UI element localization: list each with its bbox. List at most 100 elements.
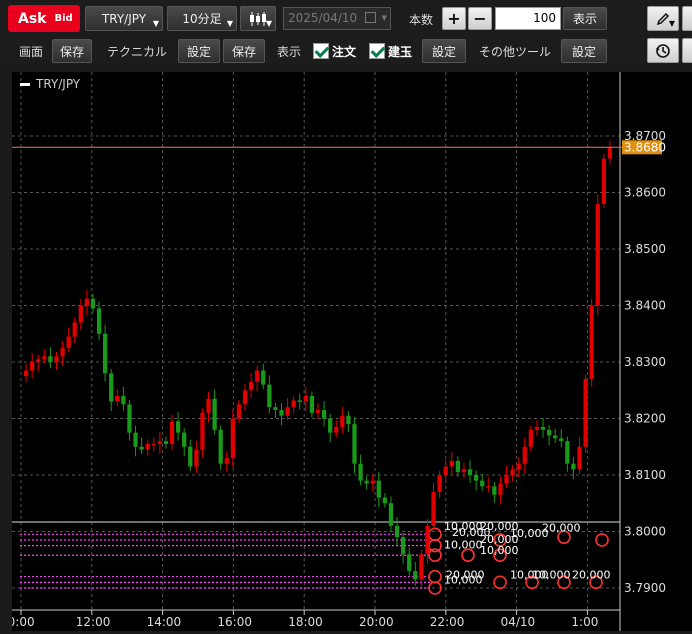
candle-body bbox=[467, 469, 473, 475]
history-button[interactable] bbox=[647, 38, 679, 63]
price-chart[interactable]: 10,000 20,000 10,000 20,000 20,000 10,000 20,0… bbox=[0, 72, 692, 631]
y-tick-label: 3.8200 bbox=[624, 412, 666, 426]
candle-body bbox=[346, 415, 351, 425]
show-button[interactable]: 表示 bbox=[563, 7, 607, 30]
screen-save-button[interactable]: 保存 bbox=[52, 39, 92, 63]
candle-body bbox=[571, 463, 576, 470]
candle-body bbox=[273, 407, 278, 411]
candle-body bbox=[419, 554, 424, 580]
order-label: 注文 bbox=[332, 45, 357, 59]
candle-body bbox=[388, 503, 394, 526]
candle-body bbox=[492, 486, 497, 495]
candle-body bbox=[449, 460, 454, 467]
candle-body bbox=[230, 418, 235, 459]
candle-body bbox=[589, 305, 594, 379]
x-tick-label: 22:00 bbox=[430, 615, 465, 629]
drawing-tool-button[interactable]: ▼ bbox=[647, 6, 679, 31]
candle-body bbox=[279, 410, 284, 416]
order-label: 10,000 bbox=[480, 544, 519, 557]
candle-body bbox=[534, 426, 540, 430]
order-checkbox[interactable] bbox=[313, 43, 329, 59]
technical-save-button[interactable]: 保存 bbox=[223, 39, 265, 63]
candle-body bbox=[242, 390, 248, 405]
position-checkbox[interactable] bbox=[369, 43, 385, 59]
candle-body bbox=[261, 370, 266, 385]
candle-body bbox=[328, 418, 333, 433]
candle-body bbox=[480, 480, 485, 487]
position-label: 建玉 bbox=[388, 45, 413, 59]
candle-body bbox=[364, 480, 369, 484]
candle-body bbox=[577, 446, 582, 470]
candle-body bbox=[461, 469, 467, 473]
other-tools-settings-button[interactable]: 設定 bbox=[561, 39, 607, 63]
candle-body bbox=[127, 404, 132, 433]
x-tick-label: 20:00 bbox=[359, 615, 394, 629]
candle-body bbox=[297, 400, 302, 402]
display-settings-button[interactable]: 設定 bbox=[422, 39, 466, 63]
candle-body bbox=[376, 480, 381, 498]
y-tick-label: 3.8500 bbox=[624, 242, 666, 256]
candle-body bbox=[66, 336, 71, 348]
toolbar2-overflow-button[interactable] bbox=[682, 38, 692, 63]
minus-button[interactable]: − bbox=[468, 7, 492, 30]
technical-label: テクニカル bbox=[107, 45, 168, 59]
candle-body bbox=[504, 475, 509, 484]
chart-title: TRY/JPY bbox=[35, 77, 81, 91]
order-label: 10,000 bbox=[444, 573, 483, 586]
chevron-down-icon: ▼ bbox=[226, 19, 233, 28]
current-price-label: 3.8680 bbox=[624, 140, 666, 154]
date-placeholder: 2025/04/10 bbox=[288, 11, 358, 25]
symbol-select[interactable]: TRY/JPY ▼ bbox=[85, 6, 163, 31]
candle-body bbox=[413, 571, 418, 580]
x-tick-label: 1:00 bbox=[571, 615, 598, 629]
candle-body bbox=[169, 421, 175, 444]
symbol-value: TRY/JPY bbox=[101, 11, 147, 26]
candle-body bbox=[60, 347, 65, 357]
timeframe-select[interactable]: 10分足 ▼ bbox=[167, 6, 237, 31]
candle-body bbox=[194, 449, 199, 467]
candle-body bbox=[42, 356, 47, 360]
legend-swatch bbox=[20, 83, 30, 86]
candle-body bbox=[437, 475, 442, 492]
bars-label: 本数 bbox=[409, 13, 434, 27]
candle-body bbox=[498, 483, 503, 495]
date-input[interactable]: 2025/04/10 ▼ bbox=[283, 7, 391, 30]
candle-body bbox=[291, 400, 296, 408]
candle-body bbox=[54, 356, 59, 362]
y-tick-label: 3.8400 bbox=[624, 299, 666, 313]
timeframe-value: 10分足 bbox=[182, 12, 222, 26]
sub-toolbar: 画面 保存 テクニカル 設定 保存 表示 注文 建玉 設定 その他ツール 設定 bbox=[0, 36, 692, 66]
candle-body bbox=[109, 373, 114, 402]
candle-body bbox=[516, 463, 521, 470]
ask-bid-toggle[interactable]: Ask Bid bbox=[8, 5, 80, 32]
candle-body bbox=[115, 395, 120, 402]
candle-body bbox=[285, 407, 290, 416]
candle-body bbox=[309, 395, 315, 413]
y-tick-label: 3.8100 bbox=[624, 468, 666, 482]
candle-body bbox=[565, 441, 570, 464]
candle-body bbox=[103, 333, 108, 374]
candle-body bbox=[188, 446, 193, 467]
y-tick-label: 3.8000 bbox=[624, 525, 666, 539]
candle-body bbox=[175, 421, 181, 433]
candle-body bbox=[583, 378, 588, 447]
calendar-icon[interactable] bbox=[365, 12, 376, 23]
candle-body bbox=[510, 469, 515, 475]
candle-body bbox=[559, 438, 564, 442]
screen-label: 画面 bbox=[19, 45, 44, 59]
x-tick-label: 14:00 bbox=[147, 615, 182, 629]
plus-button[interactable]: + bbox=[442, 7, 466, 30]
bars-count-input[interactable]: 100 bbox=[495, 7, 561, 30]
chart-type-select[interactable]: ▼ bbox=[240, 6, 276, 31]
candle-body bbox=[601, 158, 606, 204]
candle-body bbox=[36, 359, 41, 362]
technical-settings-button[interactable]: 設定 bbox=[178, 39, 220, 63]
candle-body bbox=[443, 466, 448, 475]
chevron-down-icon: ▼ bbox=[152, 19, 159, 28]
candle-body bbox=[425, 525, 430, 555]
candle-body bbox=[248, 381, 254, 391]
toolbar-overflow-button[interactable] bbox=[682, 6, 692, 31]
candle-body bbox=[182, 432, 187, 447]
candle-body bbox=[540, 426, 546, 430]
candle-body bbox=[163, 441, 169, 444]
